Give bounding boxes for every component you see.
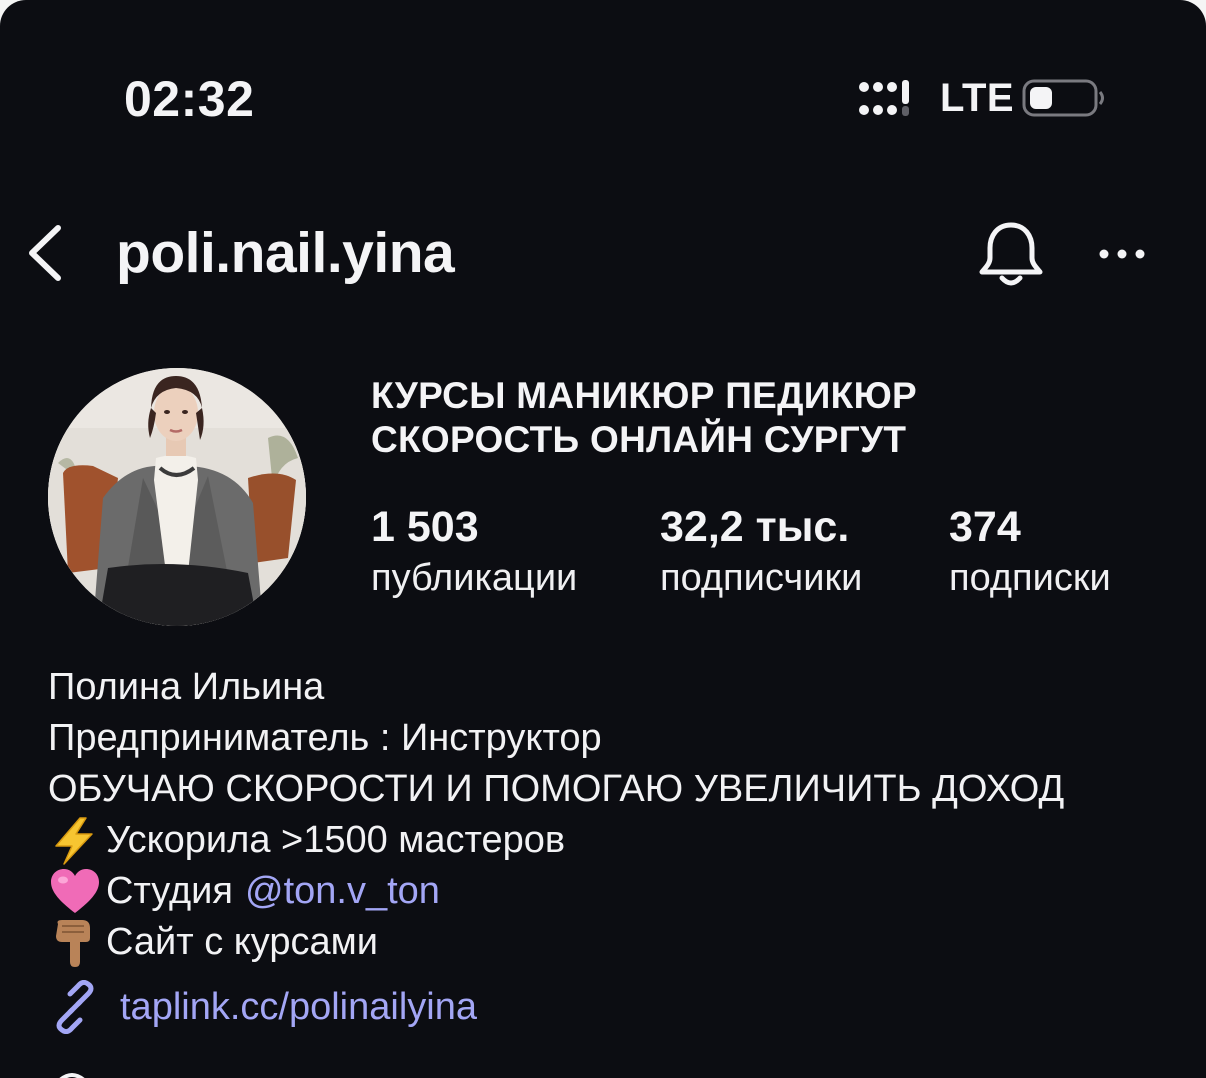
bio-site-text: Сайт с курсами — [106, 921, 378, 963]
posts-count: 1 503 — [371, 503, 479, 551]
pointing-down-emoji — [56, 919, 90, 967]
profile-bio: Полина Ильина Предприниматель : Инструкт… — [48, 662, 1064, 968]
profile-avatar[interactable] — [48, 368, 306, 626]
network-type: LTE — [940, 76, 1015, 120]
category-line-2: СКОРОСТЬ ОНЛАЙН СУРГУТ — [371, 419, 907, 460]
category-line-1: КУРСЫ МАНИКЮР ПЕДИКЮР — [371, 375, 917, 416]
posts-label: публикации — [371, 557, 578, 599]
stat-following[interactable]: 374 подписки — [949, 502, 1111, 604]
status-time: 02:32 — [124, 71, 255, 127]
lightning-emoji — [55, 816, 93, 865]
bio-link-text: taplink.cc/polinailyina — [120, 985, 477, 1028]
profile-username: poli.nail.yina — [116, 221, 455, 285]
back-icon[interactable] — [22, 220, 72, 286]
bio-studio-text: Студия — [106, 870, 233, 912]
battery-icon — [1022, 79, 1104, 117]
bio-link[interactable]: taplink.cc/polinailyina — [48, 980, 477, 1034]
bio-site-line: Сайт с курсами — [48, 917, 1064, 968]
partial-icon — [59, 1073, 85, 1078]
followers-label: подписчики — [660, 557, 863, 599]
studio-mention-link[interactable]: @ton.v_ton — [245, 866, 440, 917]
profile-category: КУРСЫ МАНИКЮР ПЕДИКЮР СКОРОСТЬ ОНЛАЙН СУ… — [371, 374, 917, 462]
followers-count: 32,2 тыс. — [660, 503, 850, 551]
bio-name: Полина Ильина — [48, 666, 325, 708]
bio-studio-line: Студия @ton.v_ton — [48, 866, 1064, 917]
bio-role: Предприниматель : Инструктор — [48, 717, 602, 759]
bio-headline: ОБУЧАЮ СКОРОСТИ И ПОМОГАЮ УВЕЛИЧИТЬ ДОХО… — [48, 768, 1065, 810]
bio-speed-line: Ускорила >1500 мастеров — [48, 815, 1064, 866]
avatar-photo — [48, 368, 306, 626]
signal-icon — [859, 80, 909, 116]
profile-screen: 02:32 LTE poli.nail.yina КУРСЫ МАНИКЮР П… — [0, 0, 1206, 1078]
more-icon[interactable] — [1094, 236, 1154, 272]
link-icon — [56, 980, 94, 1034]
stat-posts[interactable]: 1 503 публикации — [371, 502, 577, 604]
bio-speed-text: Ускорила >1500 мастеров — [106, 819, 566, 861]
following-count: 374 — [949, 503, 1021, 551]
following-label: подписки — [949, 557, 1111, 599]
stat-followers[interactable]: 32,2 тыс. подписчики — [660, 502, 862, 604]
bell-icon[interactable] — [976, 218, 1046, 290]
pink-heart-emoji — [51, 868, 99, 913]
